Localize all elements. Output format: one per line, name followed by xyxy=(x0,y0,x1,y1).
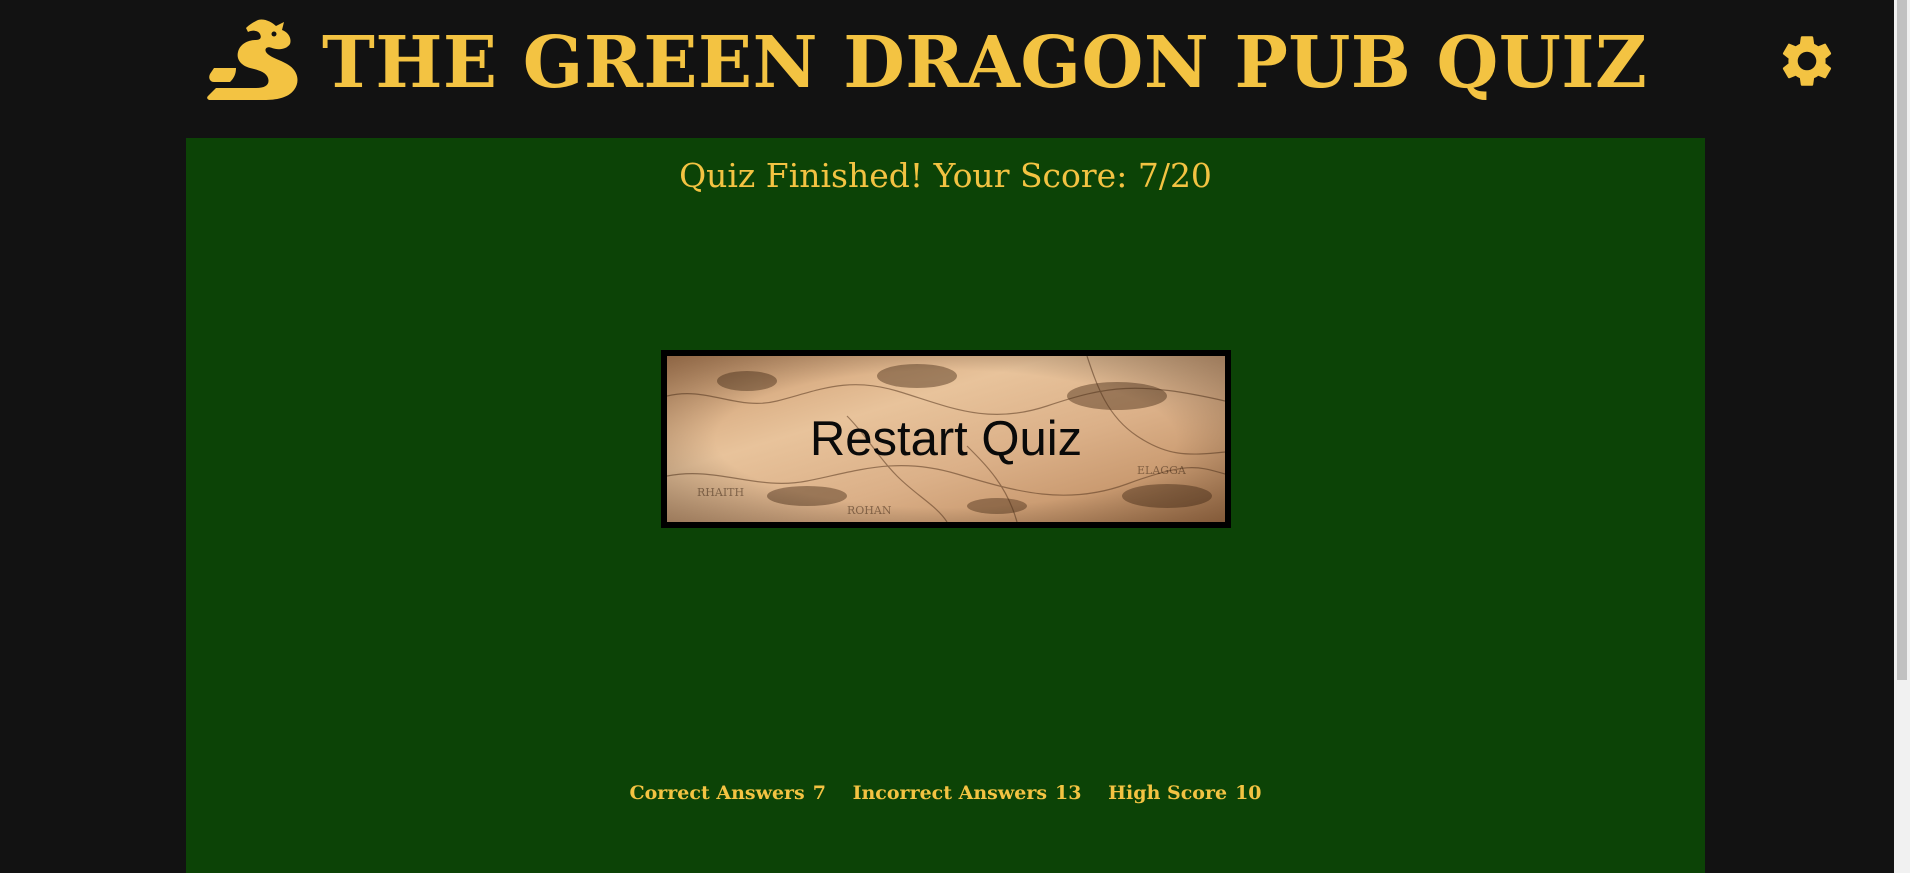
scrollbar-thumb[interactable] xyxy=(1897,0,1907,680)
correct-answers-label: Correct Answers xyxy=(629,782,805,804)
dragon-icon xyxy=(207,19,298,101)
gear-icon xyxy=(1782,36,1832,86)
high-score-value: 10 xyxy=(1235,782,1262,804)
restart-quiz-button[interactable]: RHAITH ROHAN ELAGGA Restart Quiz xyxy=(661,350,1231,528)
site-header: The Green Dragon Pub Quiz xyxy=(0,0,1894,138)
high-score-stat: High Score 10 xyxy=(1108,778,1261,808)
site-title: The Green Dragon Pub Quiz xyxy=(322,20,1648,104)
incorrect-answers-label: Incorrect Answers xyxy=(852,782,1048,804)
page: The Green Dragon Pub Quiz Quiz Finished!… xyxy=(0,0,1910,873)
correct-answers-stat: Correct Answers 7 xyxy=(629,778,826,808)
restart-quiz-label: Restart Quiz xyxy=(809,412,1083,466)
quiz-panel: Quiz Finished! Your Score: 7/20 Restart … xyxy=(186,138,1705,873)
correct-answers-value: 7 xyxy=(812,782,826,804)
incorrect-answers-stat: Incorrect Answers 13 xyxy=(853,778,1082,808)
high-score-label: High Score xyxy=(1108,782,1228,804)
vertical-scrollbar[interactable] xyxy=(1894,0,1910,873)
score-stats: Correct Answers 7 Incorrect Answers 13 Hig… xyxy=(186,778,1705,808)
settings-button[interactable] xyxy=(1776,30,1838,92)
incorrect-answers-value: 13 xyxy=(1055,782,1082,804)
final-score-heading: Quiz Finished! Your Score: 7/20 xyxy=(679,156,1212,195)
